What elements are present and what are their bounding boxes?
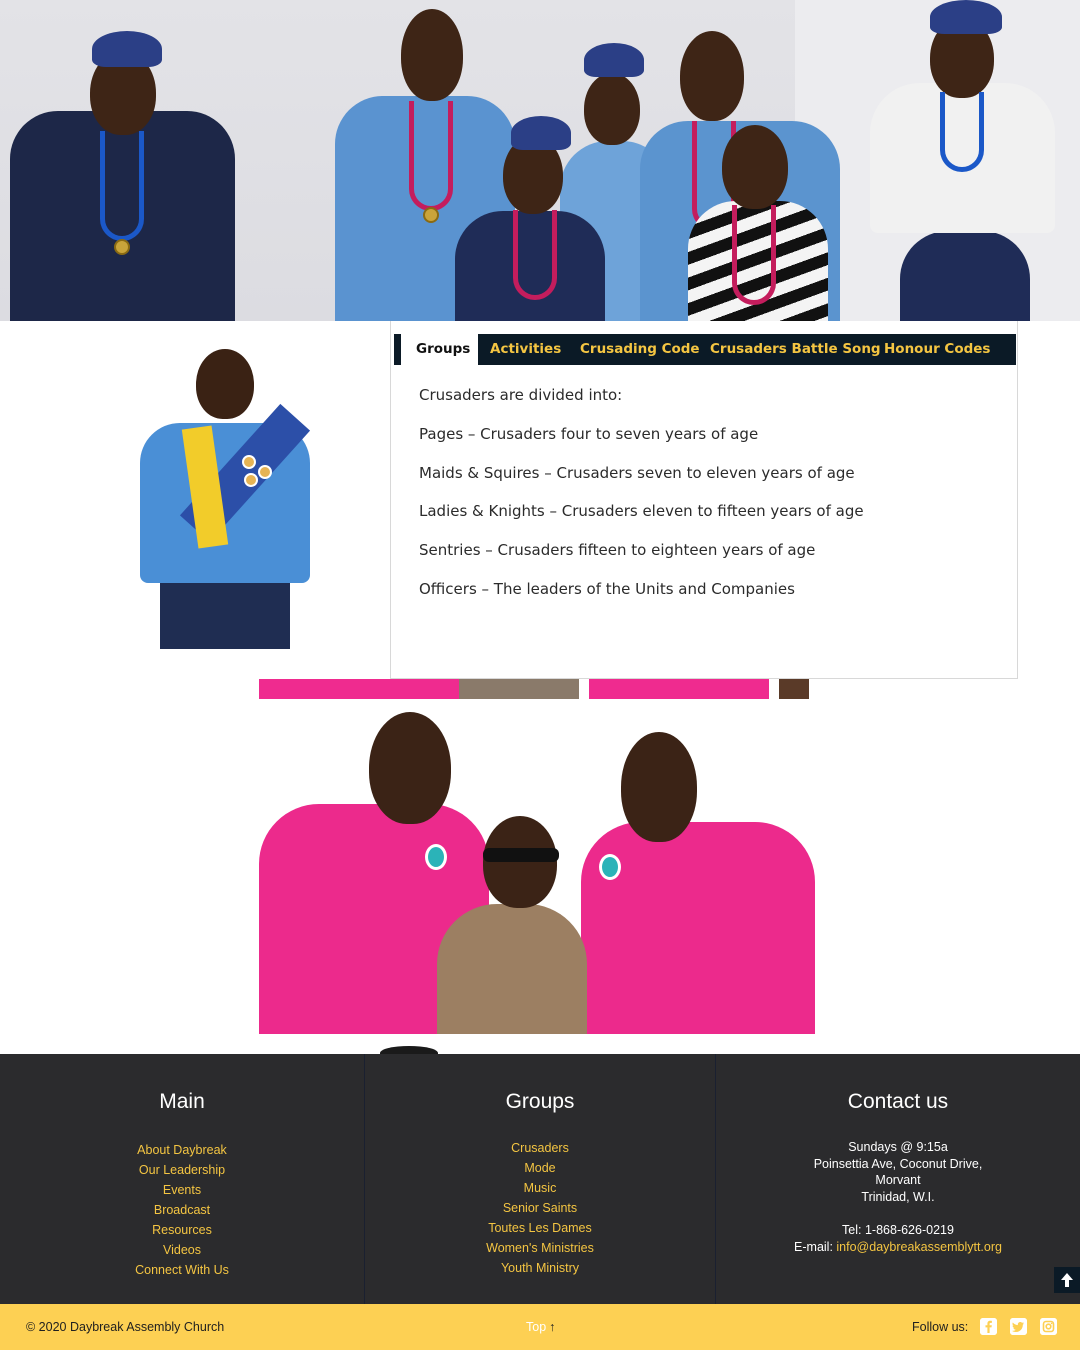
footer-main-links: About Daybreak Our Leadership Events Bro…: [0, 1140, 364, 1280]
footer: Main About Daybreak Our Leadership Event…: [0, 1054, 1080, 1304]
footer-main-column: Main About Daybreak Our Leadership Event…: [0, 1054, 364, 1304]
group-item: Sentries – Crusaders fifteen to eighteen…: [419, 541, 816, 560]
photo-strip: [259, 679, 815, 699]
footer-main-title: Main: [159, 1090, 205, 1113]
email-link[interactable]: info@daybreakassemblytt.org: [836, 1240, 1002, 1254]
group-item: Pages – Crusaders four to seven years of…: [419, 424, 759, 443]
copyright: © 2020 Daybreak Assembly Church: [26, 1320, 225, 1334]
footer-link-youth-ministry[interactable]: Youth Ministry: [365, 1258, 715, 1278]
tab-honour-codes[interactable]: Honour Codes: [884, 334, 990, 365]
group-person: [437, 816, 587, 1034]
arrow-up-icon: ↑: [549, 1320, 556, 1334]
tabs-panel: Groups Activities Crusading Code Crusade…: [390, 321, 1018, 679]
footer-link-connect[interactable]: Connect With Us: [0, 1260, 364, 1280]
footer-link-about[interactable]: About Daybreak: [0, 1140, 364, 1160]
footer-groups-links: Crusaders Mode Music Senior Saints Toute…: [365, 1138, 715, 1278]
footer-link-senior-saints[interactable]: Senior Saints: [365, 1198, 715, 1218]
footer-link-leadership[interactable]: Our Leadership: [0, 1160, 364, 1180]
hero-person: [688, 125, 828, 321]
scroll-to-top-button[interactable]: [1054, 1267, 1080, 1293]
footer-contact-title: Contact us: [847, 1090, 949, 1113]
email-label: E-mail:: [794, 1239, 837, 1254]
facebook-icon[interactable]: [980, 1318, 997, 1335]
address-line: Poinsettia Ave, Coconut Drive,: [813, 1156, 983, 1171]
group-item: Ladies & Knights – Crusaders eleven to f…: [419, 502, 864, 521]
top-label: Top: [526, 1320, 547, 1334]
footer-link-mode[interactable]: Mode: [365, 1158, 715, 1178]
address-line: Morvant: [875, 1173, 921, 1187]
group-item: Officers – The leaders of the Units and …: [419, 579, 795, 598]
group-photo: [259, 679, 815, 1034]
tab-activities[interactable]: Activities: [490, 334, 561, 365]
hero-photo: [0, 0, 1080, 321]
hero-person: [10, 21, 235, 321]
footer-link-womens-ministries[interactable]: Women's Ministries: [365, 1238, 715, 1258]
group-person: [581, 732, 815, 1034]
footer-contact-column: Contact us Sundays @ 9:15a Poinsettia Av…: [716, 1054, 1080, 1304]
telephone: Tel: 1-868-626-0219: [842, 1223, 954, 1237]
tab-crusading-code[interactable]: Crusading Code: [580, 334, 700, 365]
footer-groups-title: Groups: [505, 1090, 575, 1113]
tab-crusaders-battle-song[interactable]: Crusaders Battle Song: [710, 334, 881, 365]
address-line: Trinidad, W.I.: [861, 1189, 935, 1204]
bottom-bar: © 2020 Daybreak Assembly Church Top ↑ Fol…: [0, 1304, 1080, 1350]
groups-tab-content: Crusaders are divided into: Pages – Crus…: [419, 385, 999, 618]
tab-bar: Groups Activities Crusading Code Crusade…: [394, 334, 1016, 365]
footer-link-resources[interactable]: Resources: [0, 1220, 364, 1240]
footer-link-music[interactable]: Music: [365, 1178, 715, 1198]
footer-link-crusaders[interactable]: Crusaders: [365, 1138, 715, 1158]
tab-groups[interactable]: Groups: [394, 334, 478, 365]
service-time: Sundays @ 9:15a: [848, 1140, 948, 1154]
twitter-icon[interactable]: [1010, 1318, 1027, 1335]
footer-link-events[interactable]: Events: [0, 1180, 364, 1200]
follow-us-label: Follow us:: [912, 1320, 969, 1334]
groups-intro: Crusaders are divided into:: [419, 386, 623, 404]
hero-person: [870, 0, 1055, 321]
footer-link-toutes-les-dames[interactable]: Toutes Les Dames: [365, 1218, 715, 1238]
email-line: E-mail: info@daybreakassemblytt.org: [716, 1239, 1080, 1256]
back-to-top-link[interactable]: Top ↑: [526, 1320, 555, 1334]
hero-person: [455, 116, 605, 321]
boy-crusader-photo: [130, 343, 320, 649]
footer-link-videos[interactable]: Videos: [0, 1240, 364, 1260]
footer-contact-details: Sundays @ 9:15a Poinsettia Ave, Coconut …: [716, 1139, 1080, 1255]
instagram-icon[interactable]: [1040, 1318, 1057, 1335]
footer-link-broadcast[interactable]: Broadcast: [0, 1200, 364, 1220]
arrow-up-icon: [1061, 1273, 1073, 1287]
group-item: Maids & Squires – Crusaders seven to ele…: [419, 463, 855, 482]
footer-groups-column: Groups Crusaders Mode Music Senior Saint…: [364, 1054, 716, 1304]
